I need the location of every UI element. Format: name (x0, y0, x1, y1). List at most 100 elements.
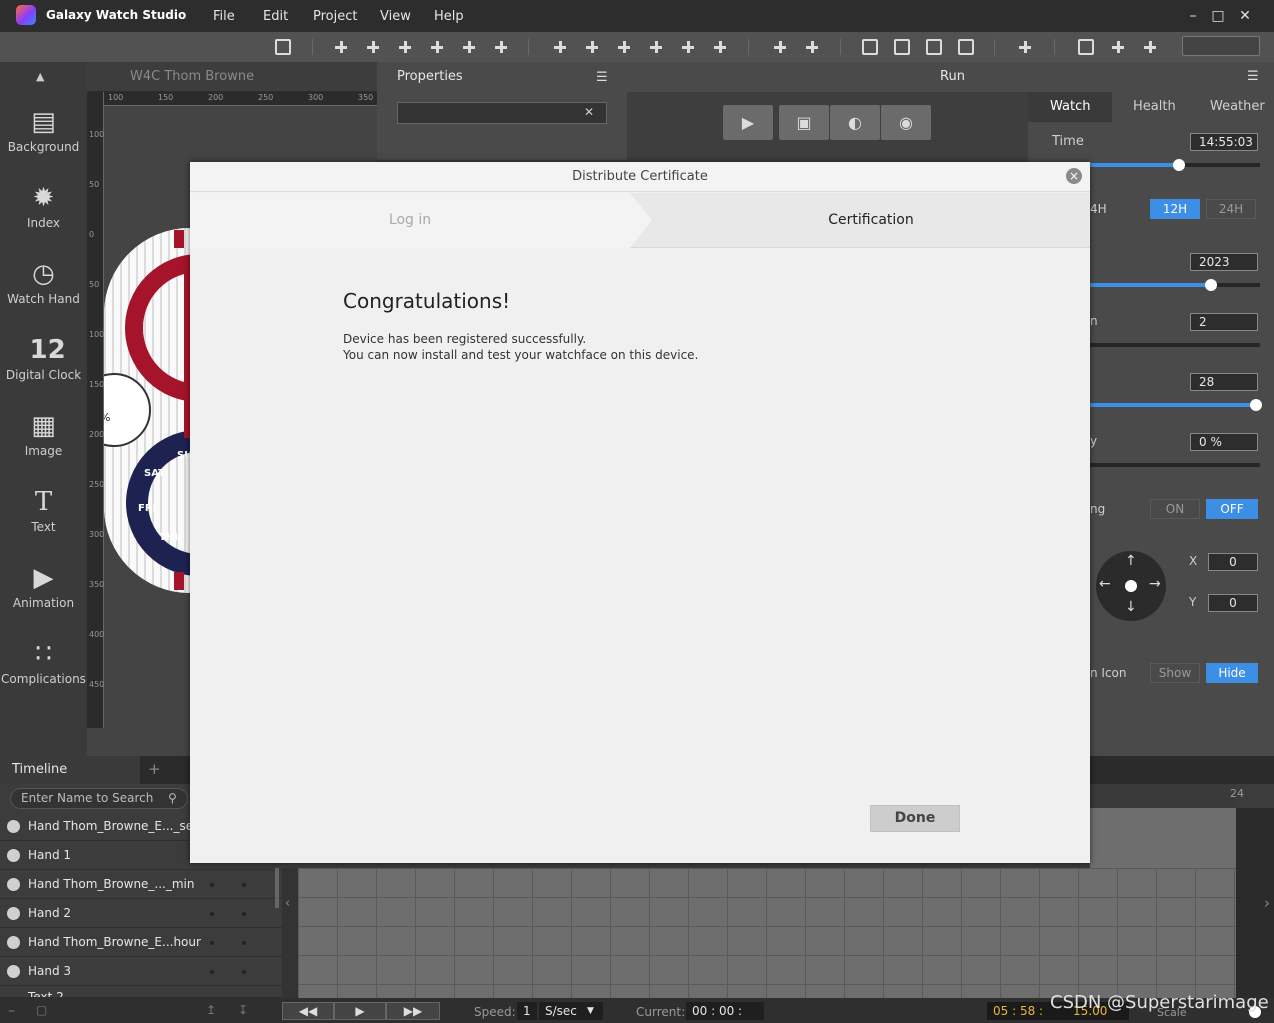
menu-file[interactable]: File (213, 9, 235, 24)
visibility-dot-icon[interactable] (210, 912, 214, 916)
lock-dot-icon[interactable] (242, 970, 246, 974)
icon-hide-button[interactable]: Hide (1206, 663, 1258, 683)
visibility-dot-icon[interactable] (210, 941, 214, 945)
layer-list-scrollbar[interactable] (275, 868, 279, 908)
year-input[interactable]: 2023 (1190, 253, 1258, 271)
group-icon[interactable] (862, 39, 878, 55)
distribute-center-icon[interactable] (680, 39, 696, 55)
month-input[interactable]: 2 (1190, 313, 1258, 331)
speed-input[interactable]: 1 (517, 1002, 537, 1020)
format-24h-button[interactable]: 24H (1206, 199, 1256, 219)
y-input[interactable]: 0 (1208, 594, 1258, 612)
tool-complications[interactable]: ∷ Complications (0, 640, 87, 686)
timeline-row[interactable]: Hand Thom_Browne_E...hour (0, 928, 282, 957)
visibility-dot-icon[interactable] (210, 883, 214, 887)
chevron-right-icon[interactable]: › (1264, 894, 1270, 912)
tab-health[interactable]: Health (1133, 99, 1176, 114)
current-time-input[interactable]: 00 : 00 : 00 (686, 1002, 764, 1023)
arrow-down-icon[interactable]: ↓ (1125, 599, 1137, 615)
dialog-close-icon[interactable]: × (1066, 168, 1082, 184)
run-menu-icon[interactable]: ☰ (1247, 69, 1259, 84)
timeline-tab[interactable]: Timeline (0, 756, 140, 784)
arrow-left-icon[interactable]: ← (1099, 576, 1111, 592)
theme-toggle[interactable] (1182, 36, 1260, 56)
menu-edit[interactable]: Edit (263, 9, 288, 24)
align-bottom-icon[interactable] (397, 39, 413, 55)
menu-help[interactable]: Help (434, 9, 464, 24)
charging-on-button[interactable]: ON (1150, 499, 1200, 519)
timeline-row[interactable]: Hand 3 (0, 957, 282, 986)
format-12h-button[interactable]: 12H (1150, 199, 1200, 219)
align-right-icon[interactable] (493, 39, 509, 55)
year-slider-knob[interactable] (1205, 279, 1217, 291)
add-timeline-icon[interactable]: + (148, 760, 161, 778)
battery-slider[interactable] (1090, 463, 1260, 467)
align-middle-icon[interactable] (365, 39, 381, 55)
arrow-up-icon[interactable]: ↑ (1125, 553, 1137, 569)
icon-show-button[interactable]: Show (1150, 663, 1200, 683)
x-input[interactable]: 0 (1208, 553, 1258, 571)
run-watch-button[interactable]: ◉ (881, 105, 931, 140)
settings-icon[interactable] (1017, 39, 1033, 55)
chevron-left-icon[interactable]: ‹ (285, 896, 290, 911)
watch-face-preview[interactable]: % SAT SU FRI THU (104, 228, 190, 593)
distribute-right-icon[interactable] (712, 39, 728, 55)
done-button[interactable]: Done (870, 805, 960, 832)
speed-unit-select[interactable]: S/sec ▼ (539, 1002, 603, 1020)
run-capture-button[interactable]: ▣ (779, 105, 829, 140)
distribute-middle-icon[interactable] (584, 39, 600, 55)
lock-dot-icon[interactable] (242, 941, 246, 945)
tool-text[interactable]: T Text (0, 488, 87, 534)
properties-menu-icon[interactable]: ☰ (596, 70, 608, 85)
timeline-grid[interactable] (298, 868, 1236, 998)
fast-forward-button[interactable]: ▶▶ (386, 1002, 440, 1020)
menu-view[interactable]: View (380, 9, 411, 24)
battery-input[interactable]: 0 % (1190, 433, 1258, 451)
align-center-icon[interactable] (461, 39, 477, 55)
same-width-icon[interactable] (772, 39, 788, 55)
visibility-dot-icon[interactable] (210, 970, 214, 974)
tool-image[interactable]: ▦ Image (0, 412, 87, 458)
distribute-bottom-icon[interactable] (616, 39, 632, 55)
rewind-button[interactable]: ◀◀ (282, 1002, 334, 1020)
tool-background[interactable]: ▤ Background (0, 108, 87, 154)
tool-index[interactable]: ✹ Index (0, 184, 87, 230)
tilt-joystick[interactable]: ↑ ↓ ← → (1096, 551, 1166, 621)
maximize-icon[interactable]: □ (1207, 6, 1229, 26)
align-left-icon[interactable] (429, 39, 445, 55)
remove-layer-icon[interactable]: – (8, 1003, 15, 1019)
align-top-icon[interactable] (333, 39, 349, 55)
tool-digital-clock[interactable]: 12 Digital Clock (0, 336, 87, 382)
same-height-icon[interactable] (804, 39, 820, 55)
run-play-button[interactable]: ▶ (723, 105, 773, 140)
run-ambient-button[interactable]: ◐ (830, 105, 880, 140)
day-input[interactable]: 28 (1190, 373, 1258, 391)
distribute-left-icon[interactable] (648, 39, 664, 55)
timeline-row[interactable]: Text 2 (0, 986, 282, 998)
day-slider-knob[interactable] (1250, 399, 1262, 411)
tool-watch-hand[interactable]: ◷ Watch Hand (0, 260, 87, 306)
folder-icon[interactable]: ▢ (36, 1003, 47, 1017)
bring-front-icon[interactable] (926, 39, 942, 55)
ungroup-icon[interactable] (894, 39, 910, 55)
lock-dot-icon[interactable] (242, 883, 246, 887)
minimize-icon[interactable]: – (1182, 6, 1204, 26)
timeline-row[interactable]: Hand Thom_Browne_..._min (0, 870, 282, 899)
charging-off-button[interactable]: OFF (1206, 499, 1258, 519)
distribute-top-icon[interactable] (552, 39, 568, 55)
joystick-center-icon[interactable] (1125, 580, 1137, 592)
properties-search-input[interactable]: ✕ (397, 102, 607, 124)
time-input[interactable]: 14:55:03 (1190, 133, 1258, 151)
arrow-right-icon[interactable]: → (1149, 576, 1161, 592)
timeline-search-input[interactable]: Enter Name to Search (10, 788, 188, 809)
collapse-icon[interactable]: ▲ (36, 70, 44, 83)
play-button[interactable]: ▶ (334, 1002, 386, 1020)
wrench-icon[interactable] (1110, 39, 1126, 55)
fit-screen-icon[interactable] (275, 39, 291, 55)
search-icon[interactable]: ⚲ (168, 791, 177, 805)
tool-animation[interactable]: ▶ Animation (0, 564, 87, 610)
month-slider[interactable] (1090, 343, 1260, 347)
time-slider-knob[interactable] (1173, 159, 1185, 171)
menu-project[interactable]: Project (313, 9, 357, 24)
lock-dot-icon[interactable] (242, 912, 246, 916)
